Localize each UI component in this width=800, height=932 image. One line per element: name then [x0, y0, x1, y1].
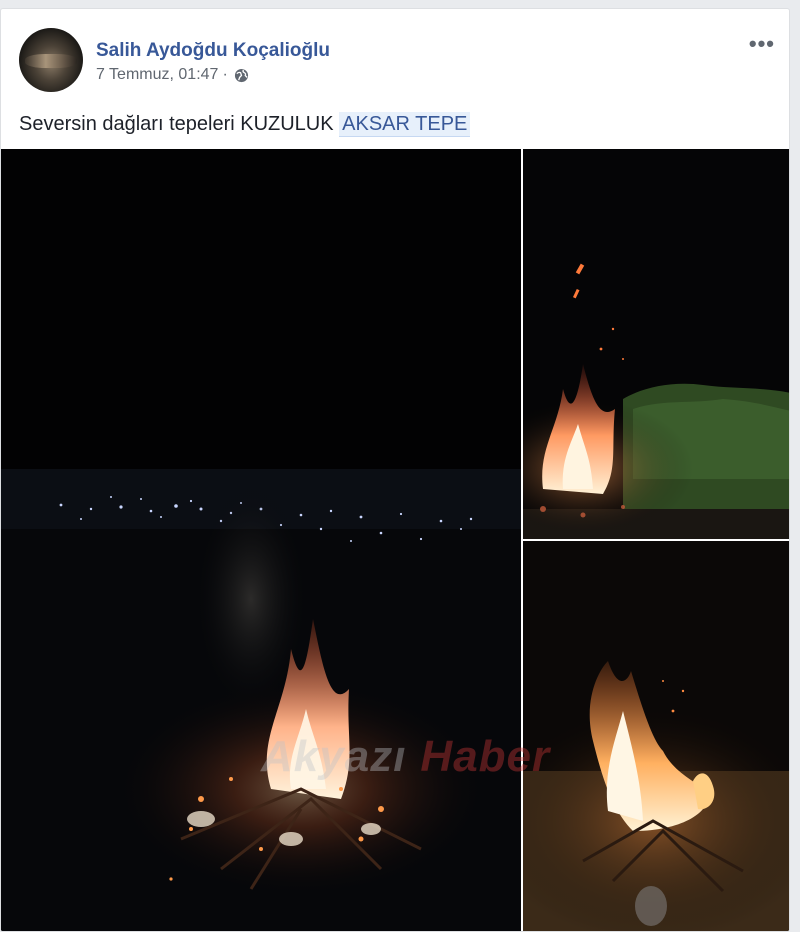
author-name-link[interactable]: Salih Aydoğdu Koçalioğlu [96, 40, 330, 62]
post-text-body: Seversin dağları tepeleri KUZULUK [19, 113, 334, 135]
avatar[interactable] [19, 28, 83, 92]
globe-icon[interactable] [234, 68, 249, 83]
more-options-icon[interactable]: ••• [749, 31, 775, 57]
timestamp-link[interactable]: 7 Temmuz, 01:47 [96, 66, 218, 84]
meta-separator: · [222, 66, 228, 83]
tagged-place-link[interactable]: AKSAR TEPE [339, 112, 471, 137]
watermark-part2: Haber [420, 732, 551, 781]
watermark-part1: Akyazı [261, 732, 407, 781]
post-text: Seversin dağları tepeleri KUZULUK AKSAR … [19, 112, 471, 137]
watermark: Akyazı Haber [261, 732, 550, 782]
post-meta: 7 Temmuz, 01:47 · [96, 66, 249, 84]
bonfire-sparks-photo[interactable] [523, 149, 789, 539]
post-card: Salih Aydoğdu Koçalioğlu 7 Temmuz, 01:47… [0, 8, 790, 932]
bonfire-city-lights-photo[interactable] [1, 149, 521, 931]
bonfire-flames-photo[interactable] [523, 541, 789, 931]
